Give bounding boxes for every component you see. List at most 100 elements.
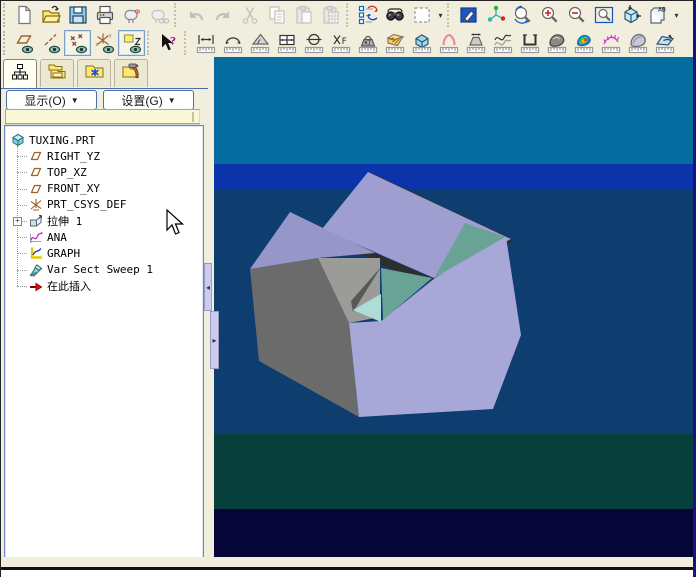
paste-special-button — [317, 2, 344, 28]
tree-item-label: 在此插入 — [47, 279, 91, 293]
thickness-analysis-button[interactable] — [435, 30, 462, 56]
tab-connections[interactable] — [114, 59, 148, 87]
volume-analysis-button[interactable] — [408, 30, 435, 56]
datum-csys-toggle-icon: zy — [94, 32, 116, 54]
sash-collapse-handle[interactable]: ◂ — [204, 263, 212, 311]
toolbar-grip[interactable] — [3, 31, 8, 55]
saved-views-icon: AB — [647, 4, 669, 26]
mass-properties-button[interactable]: KI — [354, 30, 381, 56]
main-toolbar-row2: z y? F KI — [1, 29, 696, 57]
context-help-button[interactable]: ? — [155, 30, 182, 56]
svg-text:KI: KI — [364, 41, 371, 47]
chevron-down-icon: ▼ — [70, 95, 79, 105]
measure-feature-button[interactable]: F — [327, 30, 354, 56]
tab-model-tree[interactable] — [3, 59, 37, 89]
zoom-in-button[interactable] — [536, 2, 563, 28]
curvature-analysis-icon — [600, 32, 622, 54]
tab-favorites[interactable] — [77, 59, 111, 87]
tree-item-row[interactable]: Var Sect Sweep 1 — [29, 262, 153, 278]
tree-root-row[interactable]: TUXING.PRT — [11, 132, 95, 148]
section-analysis-button[interactable] — [516, 30, 543, 56]
select-box-icon — [411, 4, 433, 26]
csys-icon — [29, 198, 43, 212]
tree-connector — [17, 188, 27, 190]
spin-center-button[interactable] — [482, 2, 509, 28]
datum-plane-icon — [29, 149, 43, 163]
datum-axes-toggle-button[interactable] — [37, 30, 64, 56]
measure-diameter-button[interactable] — [300, 30, 327, 56]
shaded-analysis-icon — [546, 32, 568, 54]
datum-plane-icon — [29, 165, 43, 179]
measure-distance-button[interactable] — [192, 30, 219, 56]
saved-views-button[interactable]: AB — [644, 2, 671, 28]
context-help-icon: ? — [158, 32, 180, 54]
measure-dimension-button[interactable] — [273, 30, 300, 56]
tree-item-row[interactable]: ANA — [29, 229, 67, 245]
find-button[interactable] — [381, 2, 408, 28]
toolbar-separator — [447, 3, 453, 27]
sweep-icon — [29, 263, 43, 277]
sash-expand-handle[interactable]: ▸ — [210, 311, 219, 369]
tree-item-label: TUXING.PRT — [29, 133, 96, 147]
regenerate-button[interactable] — [354, 2, 381, 28]
reflection-analysis-button[interactable] — [651, 30, 678, 56]
select-box-button[interactable] — [408, 2, 435, 28]
measure-angle-button[interactable] — [246, 30, 273, 56]
spin-center-toggle-button[interactable] — [118, 30, 145, 56]
insert-here-icon — [29, 279, 43, 293]
chevron-down-icon: ▼ — [167, 95, 176, 105]
print-button[interactable] — [91, 2, 118, 28]
save-button[interactable] — [64, 2, 91, 28]
measure-angle-icon — [249, 32, 271, 54]
section-analysis-icon — [519, 32, 541, 54]
tree-item-row[interactable]: TOP_XZ — [29, 164, 87, 180]
datum-planes-toggle-button[interactable] — [10, 30, 37, 56]
background-band — [214, 164, 695, 190]
color-map-analysis-button[interactable] — [570, 30, 597, 56]
open-folder-button[interactable] — [37, 2, 64, 28]
svg-text:AB: AB — [658, 6, 666, 14]
part-icon — [11, 133, 25, 147]
surface-analysis-button[interactable] — [624, 30, 651, 56]
favorites-icon — [84, 62, 104, 85]
send-email-button[interactable]: 0 — [118, 2, 145, 28]
select-box-dropdown-arrow[interactable]: ▾ — [436, 11, 445, 20]
toolbar-grip[interactable] — [3, 3, 8, 27]
save-icon — [67, 4, 89, 26]
tab-folder-browser[interactable] — [40, 59, 74, 87]
settings-dropdown-button[interactable]: 设置(G) ▼ — [103, 90, 194, 110]
graphics-viewport[interactable] — [214, 57, 695, 564]
tree-item-row[interactable]: 拉伸 1 — [29, 213, 82, 229]
toolbar-separator — [346, 3, 352, 27]
tree-item-label: 拉伸 1 — [47, 215, 83, 228]
measure-arc-button[interactable] — [219, 30, 246, 56]
tree-item-row[interactable]: RIGHT_YZ — [29, 148, 100, 164]
datum-csys-toggle-button[interactable]: zy — [91, 30, 118, 56]
filter-caret-mark — [192, 112, 194, 122]
cut-button — [236, 2, 263, 28]
tree-item-row[interactable]: GRAPH — [29, 245, 80, 261]
shaded-analysis-button[interactable] — [543, 30, 570, 56]
zoom-refit-button[interactable] — [590, 2, 617, 28]
tree-expander[interactable]: + — [13, 216, 22, 226]
curve-analysis-button[interactable] — [489, 30, 516, 56]
curvature-analysis-button[interactable] — [597, 30, 624, 56]
saved-views-dropdown-arrow[interactable]: ▾ — [672, 11, 681, 20]
tree-filter-input[interactable] — [5, 109, 200, 124]
repaint-button[interactable] — [455, 2, 482, 28]
tree-item-row[interactable]: FRONT_XY — [29, 181, 100, 197]
reorient-view-icon — [620, 4, 642, 26]
new-file-button[interactable] — [10, 2, 37, 28]
clearance-analysis-button[interactable] — [462, 30, 489, 56]
reorient-view-button[interactable] — [617, 2, 644, 28]
curve-analysis-icon — [492, 32, 514, 54]
orient-mode-button[interactable] — [509, 2, 536, 28]
tree-item-row[interactable]: PRT_CSYS_DEF — [29, 197, 126, 213]
datum-points-toggle-button[interactable] — [64, 30, 91, 56]
cross-section-button[interactable] — [381, 30, 408, 56]
tree-connector — [17, 156, 27, 158]
show-dropdown-button[interactable]: 显示(O) ▼ — [6, 90, 97, 110]
tree-item-row[interactable]: 在此插入 — [29, 278, 91, 294]
svg-text:?: ? — [170, 34, 176, 48]
zoom-out-button[interactable] — [563, 2, 590, 28]
